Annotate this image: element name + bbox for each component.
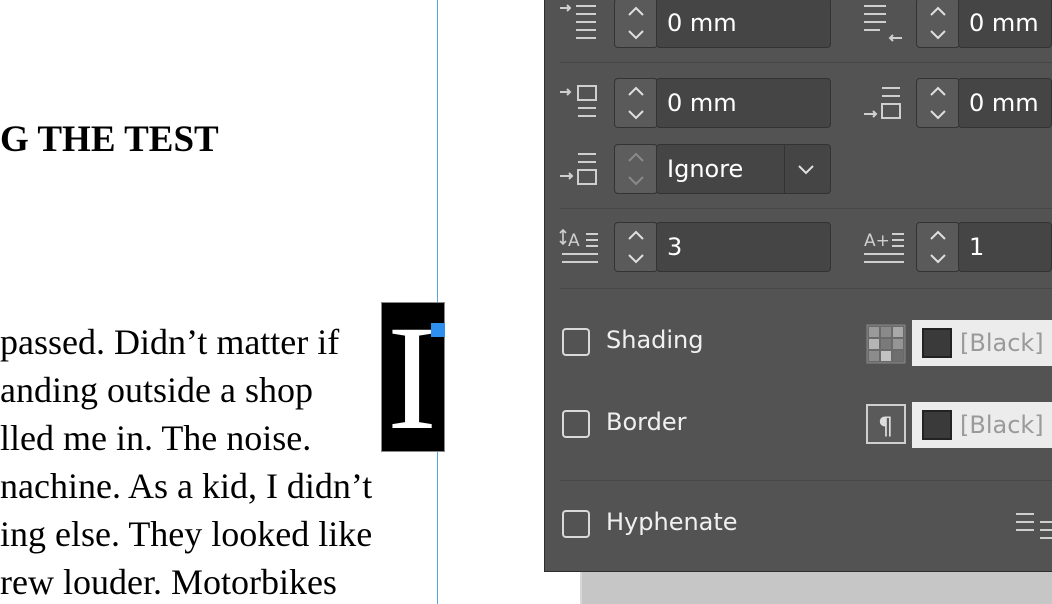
chevron-down-icon[interactable] <box>927 104 949 124</box>
drop-cap-chars-icon: A+ <box>864 231 904 263</box>
chevron-up-icon[interactable] <box>625 226 647 246</box>
border-checkbox[interactable] <box>562 410 590 438</box>
chevron-up-icon[interactable] <box>927 226 949 246</box>
chevron-up-icon <box>628 152 644 162</box>
hyphenate-label: Hyphenate <box>606 508 738 536</box>
shading-color-field[interactable]: [Black] <box>912 320 1052 366</box>
dropdown-arrow-icon[interactable] <box>795 159 817 179</box>
body-text-line: anding outside a shop <box>0 370 313 410</box>
drop-cap-after-value: 0 mm <box>969 89 1039 117</box>
chevron-up-icon[interactable] <box>625 82 647 102</box>
panel-divider <box>560 208 1052 209</box>
svg-text:A: A <box>568 231 580 251</box>
indent-bottom-icon <box>864 87 901 119</box>
drop-cap-chars-input[interactable]: 1 <box>958 222 1052 272</box>
svg-text:¶: ¶ <box>878 412 893 440</box>
body-text-line: passed. Didn’t matter if <box>0 322 340 362</box>
shading-checkbox[interactable] <box>562 328 590 356</box>
document-heading: G THE TEST <box>0 119 219 160</box>
drop-cap-lines-icon: A <box>559 228 598 263</box>
border-swatch <box>922 410 952 440</box>
indent-top-icon <box>560 85 597 117</box>
chevron-down-icon[interactable] <box>927 248 949 268</box>
space-before-input[interactable]: 0 mm <box>656 0 831 48</box>
drop-cap-lines-input[interactable]: 3 <box>656 222 831 272</box>
paragraph-border-icon[interactable]: ¶ <box>866 404 906 444</box>
space-after-input[interactable]: 0 mm <box>958 0 1052 48</box>
body-text-line: lled me in. The noise. <box>0 418 312 458</box>
shading-swatch-name: [Black] <box>960 329 1044 357</box>
tint-grid-icon[interactable] <box>866 324 906 364</box>
align-mode-dropdown[interactable]: Ignore <box>656 144 831 194</box>
panel-divider <box>560 62 1052 63</box>
chevron-down-icon[interactable] <box>927 24 949 44</box>
drop-cap-chars-value: 1 <box>969 233 985 261</box>
chevron-down-icon[interactable] <box>625 104 647 124</box>
space-before-value: 0 mm <box>667 9 737 37</box>
drop-cap-after-stepper[interactable] <box>916 78 960 128</box>
space-after-icon <box>864 5 902 42</box>
chevron-down-icon[interactable] <box>625 24 647 44</box>
drop-cap-chars-stepper[interactable] <box>916 222 960 272</box>
border-color-field[interactable]: [Black] <box>912 402 1052 448</box>
border-label: Border <box>606 408 687 436</box>
drop-cap-lines-stepper[interactable] <box>614 222 658 272</box>
align-mode-stepper <box>614 144 658 194</box>
drop-cap-before-stepper[interactable] <box>614 78 658 128</box>
chevron-up-icon[interactable] <box>625 2 647 22</box>
body-text-line: nachine. As a kid, I didn’t <box>0 466 373 506</box>
frame-handle[interactable] <box>431 323 445 337</box>
panel-divider <box>560 480 1052 481</box>
drop-cap-after-input[interactable]: 0 mm <box>958 78 1052 128</box>
space-before-icon <box>560 4 596 39</box>
space-before-stepper[interactable] <box>614 0 658 48</box>
panel-divider <box>560 288 1052 289</box>
space-after-value: 0 mm <box>969 9 1039 37</box>
chevron-down-icon[interactable] <box>625 248 647 268</box>
chevron-up-icon[interactable] <box>927 82 949 102</box>
svg-text:A+: A+ <box>864 231 890 251</box>
shading-label: Shading <box>606 326 704 354</box>
drop-cap-before-input[interactable]: 0 mm <box>656 78 831 128</box>
body-text-line: ing else. They looked like <box>0 514 373 554</box>
pasteboard <box>582 572 1052 604</box>
justify-icon[interactable] <box>1014 510 1052 540</box>
hyphenate-checkbox[interactable] <box>562 510 590 538</box>
shading-swatch <box>922 328 952 358</box>
chevron-down-icon <box>628 176 644 186</box>
chevron-up-icon[interactable] <box>927 2 949 22</box>
align-ignore-icon <box>560 153 597 185</box>
align-mode-value: Ignore <box>667 155 744 183</box>
drop-cap-lines-value: 3 <box>667 233 683 261</box>
drop-cap-before-value: 0 mm <box>667 89 737 117</box>
body-text-line: rew louder. Motorbikes <box>0 562 337 602</box>
border-swatch-name: [Black] <box>960 411 1044 439</box>
document-canvas[interactable]: G THE TEST passed. Didn’t matter if andi… <box>0 0 582 604</box>
space-after-stepper[interactable] <box>916 0 960 48</box>
